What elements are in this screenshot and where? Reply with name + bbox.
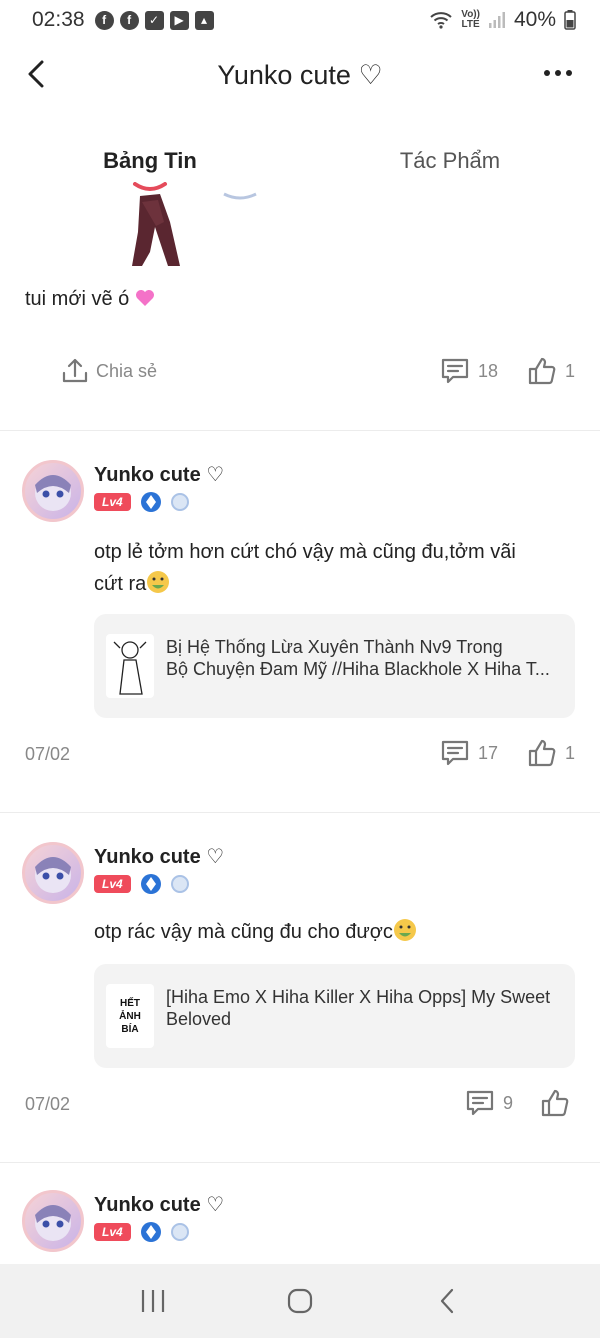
post-image[interactable]: [120, 182, 270, 268]
chevron-left-icon: [28, 60, 44, 88]
nauseated-face-emoji: [147, 571, 170, 593]
back-button[interactable]: [18, 56, 54, 92]
level-badge: Lv4: [94, 1223, 131, 1241]
facebook-icon: f: [119, 10, 139, 30]
thumbs-up-icon: [541, 1089, 569, 1117]
linked-story-card[interactable]: HẾT ẢNH BÍA [Hiha Emo X Hiha Killer X Hi…: [94, 964, 575, 1068]
share-icon: [62, 358, 88, 383]
status-time: 02:38: [32, 8, 85, 31]
comment-icon: [441, 358, 469, 384]
battery-icon: [564, 10, 576, 30]
more-dot: [544, 70, 550, 76]
user-badges: Lv4: [94, 492, 189, 512]
battery-percent: 40%: [513, 8, 556, 31]
comment-button[interactable]: 17: [440, 738, 498, 768]
more-dot: [555, 70, 561, 76]
recent-apps-button[interactable]: [133, 1281, 173, 1321]
comment-icon: [466, 1090, 494, 1116]
volte-indicator: Vo)) LTE: [461, 9, 480, 30]
post-text: tui mới vẽ ó: [25, 288, 155, 311]
level-badge: Lv4: [94, 493, 131, 511]
hexagon-badge-icon: [170, 493, 189, 511]
story-thumbnail: [106, 634, 154, 698]
comment-button[interactable]: 9: [465, 1088, 513, 1118]
recent-apps-icon: [142, 1290, 165, 1312]
more-dot: [566, 70, 572, 76]
thumbnail-text: HẾT ẢNH BÍA: [119, 997, 141, 1035]
check-icon: ✓: [144, 10, 164, 30]
username[interactable]: Yunko cute ♡: [94, 1192, 224, 1217]
nauseated-face-emoji: [393, 919, 416, 941]
video-icon: ▶: [169, 10, 189, 30]
username[interactable]: Yunko cute ♡: [94, 462, 224, 487]
post-actions: Chia sẻ 18 1: [0, 352, 600, 392]
thumbs-up-icon: [528, 357, 556, 385]
comment-text: otp rác vậy mà cũng đu cho được: [94, 916, 564, 948]
home-icon: [287, 1288, 313, 1314]
share-button[interactable]: Chia sẻ: [60, 356, 157, 386]
profile-tabs: Bảng Tin Tác Phẩm: [0, 138, 600, 186]
status-bar: 02:38 f f ✓ ▶ ▴ Vo)) LTE 40%: [0, 0, 600, 40]
divider: [0, 1162, 600, 1163]
story-title: Bị Hệ Thống Lừa Xuyên Thành Nv9 Trong Bộ…: [166, 637, 550, 679]
user-badges: Lv4: [94, 1222, 189, 1242]
more-options-button[interactable]: [540, 58, 576, 88]
post-text-content: tui mới vẽ ó: [25, 288, 130, 310]
diamond-badge-icon: [140, 492, 161, 512]
image-icon: ▴: [194, 10, 214, 30]
share-label: Chia sẻ: [96, 360, 158, 381]
username[interactable]: Yunko cute ♡: [94, 844, 224, 869]
comment-count: 18: [478, 360, 499, 381]
back-chevron-icon: [440, 1288, 453, 1314]
level-badge: Lv4: [94, 875, 131, 893]
linked-story-card[interactable]: Bị Hệ Thống Lừa Xuyên Thành Nv9 Trong Bộ…: [94, 614, 575, 718]
comment-icon: [441, 740, 469, 766]
facebook-icon: f: [94, 10, 114, 30]
comment-count: 9: [503, 1092, 514, 1113]
hexagon-badge-icon: [170, 875, 189, 893]
signal-icon: [488, 12, 505, 28]
system-back-button[interactable]: [427, 1281, 467, 1321]
comment-count: 17: [478, 742, 499, 763]
like-count: 1: [565, 742, 576, 763]
like-count: 1: [565, 360, 576, 381]
notification-icons: f f ✓ ▶ ▴: [94, 10, 214, 30]
comment-date: 07/02: [25, 1094, 71, 1114]
user-badges: Lv4: [94, 874, 189, 894]
avatar[interactable]: [22, 460, 84, 522]
tab-news-feed[interactable]: Bảng Tin: [0, 138, 300, 186]
tab-works[interactable]: Tác Phẩm: [300, 138, 600, 186]
diamond-badge-icon: [140, 874, 161, 894]
comment-date: 07/02: [25, 744, 71, 764]
diamond-badge-icon: [140, 1222, 161, 1242]
comment-button[interactable]: 18: [440, 356, 498, 386]
pink-heart-emoji: [135, 290, 154, 306]
like-button[interactable]: 1: [527, 738, 575, 768]
system-navigation-bar: [0, 1264, 600, 1338]
like-button[interactable]: [540, 1088, 570, 1118]
thumbs-up-icon: [528, 739, 556, 767]
home-button[interactable]: [280, 1281, 320, 1321]
page-title: Yunko cute ♡: [217, 59, 383, 90]
divider: [0, 430, 600, 431]
status-right: Vo)) LTE 40%: [429, 8, 576, 32]
story-title: [Hiha Emo X Hiha Killer X Hiha Opps] My …: [166, 987, 551, 1029]
app-bar: Yunko cute ♡: [0, 46, 600, 104]
wifi-icon: [430, 12, 452, 29]
comment-text: otp lẻ tởm hơn cứt chó vậy mà cũng đu,tở…: [94, 541, 516, 595]
avatar[interactable]: [22, 1190, 84, 1252]
divider: [0, 812, 600, 813]
hexagon-badge-icon: [170, 1223, 189, 1241]
like-button[interactable]: 1: [527, 356, 575, 386]
avatar[interactable]: [22, 842, 84, 904]
story-thumbnail: HẾT ẢNH BÍA: [106, 984, 154, 1048]
